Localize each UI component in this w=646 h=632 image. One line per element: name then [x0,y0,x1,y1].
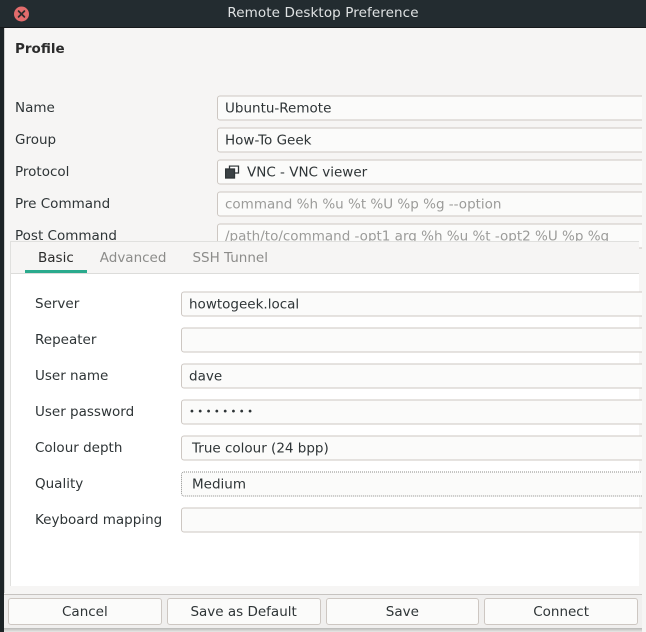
remote-desktop-preference-window: Remote Desktop Preference Profile Name U… [0,0,646,632]
label-user-password: User password [35,404,135,420]
group-input[interactable]: How-To Geek [217,127,642,153]
window-bottom-shadow [4,628,642,632]
profile-row-group: Group How-To Geek [5,124,642,156]
server-input[interactable]: howtogeek.local [181,291,642,317]
protocol-select[interactable]: VNC - VNC viewer [217,159,642,185]
user-name-input[interactable]: dave [181,363,642,389]
basic-row-server: Server howtogeek.local [11,288,642,320]
repeater-input[interactable] [181,327,642,353]
tab-strip: Basic Advanced SSH Tunnel [11,242,639,274]
name-input[interactable]: Ubuntu-Remote [217,95,642,121]
save-button[interactable]: Save [325,598,480,625]
label-keyboard-mapping: Keyboard mapping [35,512,163,528]
profile-section-title: Profile [15,41,65,57]
connect-button[interactable]: Connect [484,598,638,625]
dialog-button-bar: Cancel Save as Default Save Connect [0,594,642,628]
tab-ssh-tunnel[interactable]: SSH Tunnel [179,251,281,274]
window-content: Profile Name Ubuntu-Remote Group How-To … [4,28,642,593]
save-as-default-button[interactable]: Save as Default [166,598,321,625]
label-colour-depth: Colour depth [35,440,123,456]
label-name: Name [15,100,55,116]
label-repeater: Repeater [35,332,97,348]
close-icon[interactable] [14,6,29,21]
basic-row-user-name: User name dave [11,360,642,392]
keyboard-mapping-input[interactable] [181,507,642,533]
label-quality: Quality [35,476,84,492]
window-title: Remote Desktop Preference [227,4,419,21]
windows-stack-icon [225,165,240,179]
pre-command-input[interactable]: command %h %u %t %U %p %g --option [217,191,642,217]
tab-basic[interactable]: Basic [25,251,87,274]
user-password-input[interactable]: •••••••• [181,399,642,425]
label-pre-command: Pre Command [15,196,111,212]
cancel-button[interactable]: Cancel [8,598,162,625]
tab-advanced[interactable]: Advanced [87,251,180,274]
close-x-glyph [17,9,26,18]
label-server: Server [35,296,80,312]
basic-row-colour-depth: Colour depth True colour (24 bpp) [11,432,642,464]
settings-notebook: Basic Advanced SSH Tunnel Server howtoge… [10,241,642,586]
basic-row-keyboard-mapping: Keyboard mapping [11,504,642,536]
basic-tab-panel: Server howtogeek.local Repeater User nam… [11,274,642,586]
profile-row-protocol: Protocol VNC - VNC viewer [5,156,642,188]
basic-row-user-password: User password •••••••• [11,396,642,428]
profile-row-name: Name Ubuntu-Remote [5,92,642,124]
protocol-value: VNC - VNC viewer [247,164,368,180]
quality-select[interactable]: Medium [181,471,642,497]
basic-row-repeater: Repeater [11,324,642,356]
basic-row-quality: Quality Medium [11,468,642,500]
label-group: Group [15,132,57,148]
label-protocol: Protocol [15,164,70,180]
window-titlebar: Remote Desktop Preference [0,0,646,28]
colour-depth-select[interactable]: True colour (24 bpp) [181,435,642,461]
profile-row-pre-command: Pre Command command %h %u %t %U %p %g --… [5,188,642,220]
label-user-name: User name [35,368,109,384]
